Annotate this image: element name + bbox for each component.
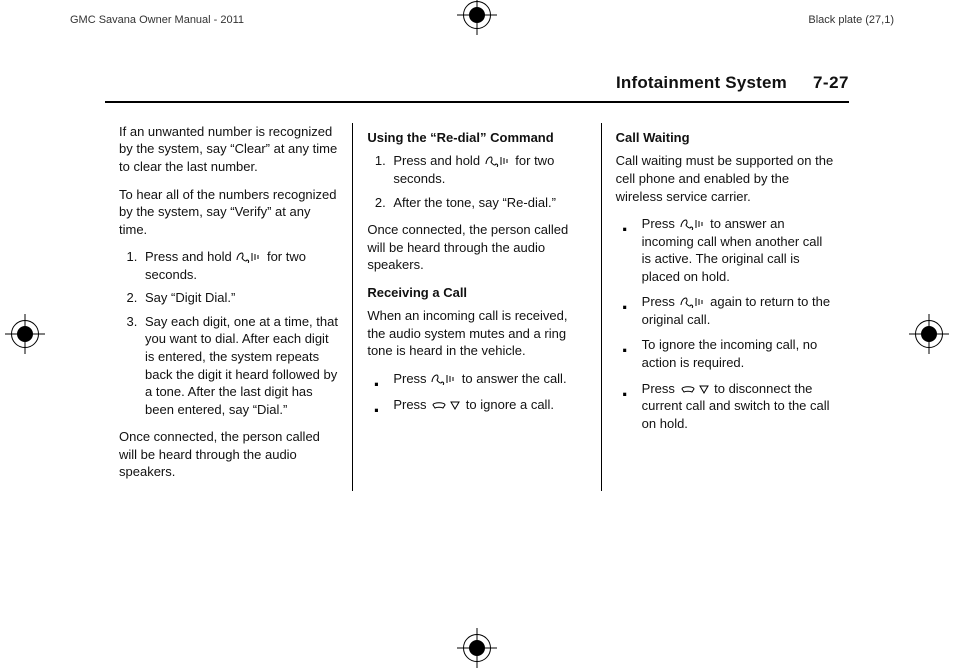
list-item: Say each digit, one at a time, that you … xyxy=(141,313,338,418)
c2-paragraph: When an incoming call is received, the a… xyxy=(367,307,586,360)
registration-mark-bottom xyxy=(457,628,497,668)
section-title: Infotainment System xyxy=(616,72,787,95)
c2-paragraph: Once connected, the person called will b… xyxy=(367,221,586,274)
list-text: to answer the call. xyxy=(458,371,566,386)
section-header: Infotainment System 7-27 xyxy=(105,72,849,103)
phone-talk-icon xyxy=(431,373,457,385)
list-item: Say “Digit Dial.” xyxy=(141,289,338,307)
body-columns: If an unwanted number is recognized by t… xyxy=(105,123,849,491)
print-header: GMC Savana Owner Manual - 2011 Black pla… xyxy=(0,10,954,30)
list-text: Press and hold xyxy=(145,249,235,264)
column-1: If an unwanted number is recognized by t… xyxy=(105,123,352,491)
phone-talk-icon xyxy=(680,296,706,308)
list-item: Press to answer an incoming call when an… xyxy=(616,215,835,285)
list-text: Say each digit, one at a time, that you … xyxy=(145,314,338,417)
phone-talk-icon xyxy=(680,218,706,230)
phone-talk-icon xyxy=(485,155,511,167)
c3-heading: Call Waiting xyxy=(616,129,835,147)
list-item: Press and hold for two seconds. xyxy=(141,248,338,283)
c1-paragraph: To hear all of the numbers recognized by… xyxy=(119,186,338,239)
list-item: After the tone, say “Re-dial.” xyxy=(389,194,586,212)
list-text: Press xyxy=(393,371,430,386)
c2-heading: Receiving a Call xyxy=(367,284,586,302)
phone-talk-icon xyxy=(236,251,262,263)
column-3: Call Waiting Call waiting must be suppor… xyxy=(601,123,849,491)
c1-ordered-list: Press and hold for two seconds. Say “Dig… xyxy=(119,248,338,418)
c2-heading: Using the “Re-dial” Command xyxy=(367,129,586,147)
c2-ordered-list: Press and hold for two seconds. After th… xyxy=(367,152,586,211)
list-text: Press xyxy=(642,294,679,309)
list-text: to ignore a call. xyxy=(462,397,554,412)
list-item: Press and hold for two seconds. xyxy=(389,152,586,187)
print-header-left: GMC Savana Owner Manual - 2011 xyxy=(70,13,244,28)
list-text: Press xyxy=(642,381,679,396)
list-text: Press xyxy=(393,397,430,412)
list-text: After the tone, say “Re-dial.” xyxy=(393,195,556,210)
list-item: Press again to return to the original ca… xyxy=(616,293,835,328)
hangup-icon xyxy=(680,383,710,395)
registration-mark-right xyxy=(909,314,949,354)
list-text: To ignore the incoming call, no action i… xyxy=(642,337,818,370)
c2-bullet-list: Press to answer the call. Press to ignor… xyxy=(367,370,586,413)
c3-bullet-list: Press to answer an incoming call when an… xyxy=(616,215,835,432)
column-2: Using the “Re-dial” Command Press and ho… xyxy=(352,123,600,491)
registration-mark-left xyxy=(5,314,45,354)
list-item: To ignore the incoming call, no action i… xyxy=(616,336,835,371)
list-item: Press to ignore a call. xyxy=(367,396,586,414)
list-item: Press to disconnect the current call and… xyxy=(616,380,835,433)
c3-paragraph: Call waiting must be supported on the ce… xyxy=(616,152,835,205)
hangup-icon xyxy=(431,399,461,411)
list-text: Press and hold xyxy=(393,153,483,168)
page-sheet: GMC Savana Owner Manual - 2011 Black pla… xyxy=(0,0,954,668)
content-frame: Infotainment System 7-27 If an unwanted … xyxy=(105,72,849,608)
print-header-right: Black plate (27,1) xyxy=(808,13,894,28)
list-item: Press to answer the call. xyxy=(367,370,586,388)
c1-paragraph: If an unwanted number is recognized by t… xyxy=(119,123,338,176)
c1-paragraph: Once connected, the person called will b… xyxy=(119,428,338,481)
section-page-number: 7-27 xyxy=(813,72,849,95)
list-text: Press xyxy=(642,216,679,231)
list-text: Say “Digit Dial.” xyxy=(145,290,235,305)
